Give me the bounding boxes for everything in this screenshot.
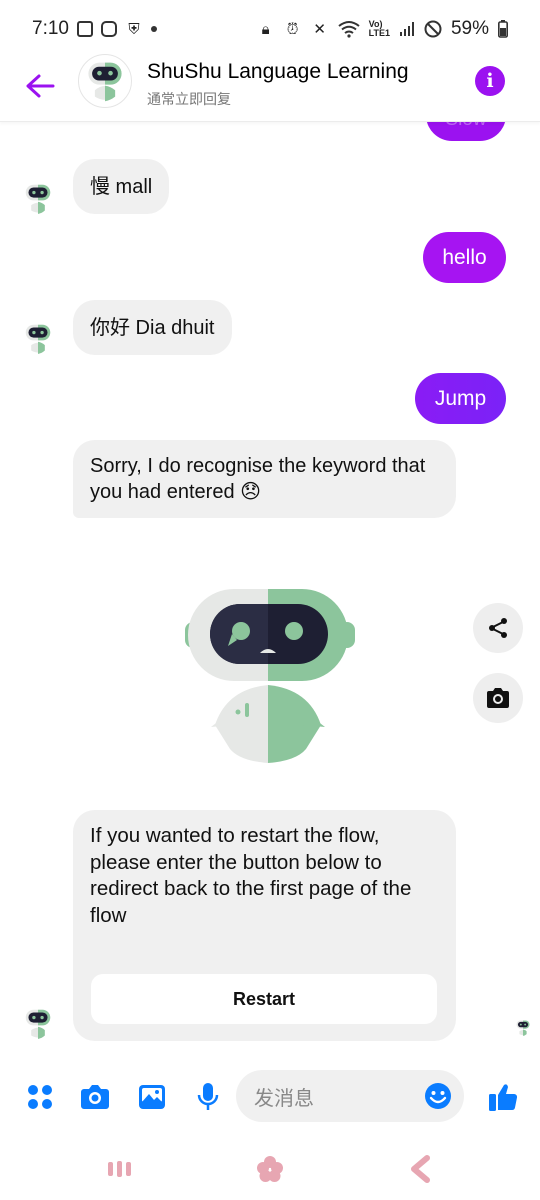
received-message-text: 慢 mall	[90, 176, 153, 198]
status-bar: 7:10 ⛨ 🔒︎ ⏰︎ ✕ Vo) LTE1 59%	[0, 0, 540, 58]
restart-button[interactable]: Restart	[91, 974, 437, 1024]
wifi-icon	[338, 21, 360, 38]
image-icon	[139, 1085, 165, 1109]
page-title: ShuShu Language Learning	[147, 60, 409, 83]
share-button[interactable]	[473, 603, 523, 653]
thumbs-up-icon	[489, 1084, 518, 1111]
smiley-icon[interactable]	[424, 1082, 452, 1110]
voice-button[interactable]	[192, 1081, 224, 1113]
more-notifications-dot-icon	[150, 26, 157, 32]
alarm-icon: ⏰︎	[286, 20, 299, 38]
seen-receipt-avatar-icon	[516, 1020, 530, 1036]
home-button[interactable]	[255, 1154, 285, 1184]
camera-button[interactable]	[79, 1081, 111, 1113]
gallery-notification-icon	[76, 21, 93, 37]
shield-notification-icon: ⛨	[128, 20, 140, 38]
status-time: 7:10	[32, 18, 69, 39]
info-icon: i	[486, 70, 494, 92]
battery-icon	[498, 20, 508, 38]
back-nav-icon	[411, 1155, 430, 1183]
like-button[interactable]	[486, 1081, 520, 1113]
system-navigation-bar	[0, 1140, 540, 1200]
arrow-left-icon	[26, 74, 55, 98]
received-message-bubble[interactable]: 慢 mall	[73, 159, 170, 214]
mute-icon: ✕	[313, 21, 326, 38]
no-sim-icon	[424, 20, 442, 38]
page-subtitle: 通常立即回复	[147, 91, 231, 107]
message-composer: 发消息	[0, 1066, 540, 1126]
page-avatar[interactable]	[78, 54, 132, 108]
bot-avatar-icon	[25, 1009, 51, 1039]
received-message-bubble: If you wanted to restart the flow, pleas…	[73, 810, 456, 1041]
share-icon	[489, 618, 507, 638]
robot-image-attachment[interactable]	[73, 540, 456, 810]
battery-percent: 59%	[450, 18, 489, 39]
received-message-text: Sorry, I do recognise the keyword that y…	[90, 455, 426, 503]
bot-avatar-icon	[25, 184, 51, 214]
conversation-header: ShuShu Language Learning 通常立即回复 i	[0, 54, 540, 122]
received-message-bubble[interactable]: 你好 Dia dhuit	[73, 300, 232, 355]
robot-logo-icon	[88, 62, 122, 102]
four-dots-icon	[28, 1085, 52, 1109]
back-button[interactable]	[22, 68, 58, 104]
sent-message-bubble[interactable]: Slow	[426, 122, 506, 141]
sent-message-text: hello	[442, 245, 487, 269]
gallery-button[interactable]	[136, 1081, 168, 1113]
camera-icon	[487, 688, 509, 708]
sent-message-text: Slow	[445, 122, 486, 131]
lock-icon: 🔒︎	[261, 20, 270, 38]
volte-icon: Vo) LTE1	[368, 19, 390, 38]
bot-avatar-icon	[25, 324, 51, 354]
signal-icon	[399, 22, 414, 36]
back-nav-button[interactable]	[405, 1154, 435, 1184]
info-button[interactable]: i	[475, 66, 505, 96]
save-image-button[interactable]	[473, 673, 523, 723]
microphone-icon	[197, 1083, 219, 1110]
received-message-bubble[interactable]: Sorry, I do recognise the keyword that y…	[73, 440, 456, 518]
instagram-notification-icon	[100, 21, 117, 37]
recents-button[interactable]	[105, 1154, 135, 1184]
camera-icon	[81, 1085, 109, 1109]
message-input[interactable]: 发消息	[236, 1070, 464, 1122]
sent-message-text: Jump	[434, 386, 487, 410]
sent-message-bubble[interactable]: hello	[423, 232, 506, 283]
more-actions-button[interactable]	[24, 1081, 56, 1113]
restart-button-label: Restart	[232, 989, 296, 1009]
sent-message-bubble[interactable]: Jump	[415, 373, 506, 424]
home-icon	[257, 1156, 283, 1182]
robot-image	[185, 589, 355, 763]
received-message-text: If you wanted to restart the flow, pleas…	[90, 824, 412, 927]
message-input-placeholder: 发消息	[254, 1087, 314, 1110]
message-list: Slow 慢 mall hello 你好 Dia dhuit Jump Sorr…	[0, 122, 540, 1050]
received-message-text: 你好 Dia dhuit	[90, 317, 215, 339]
recents-icon	[108, 1161, 131, 1177]
